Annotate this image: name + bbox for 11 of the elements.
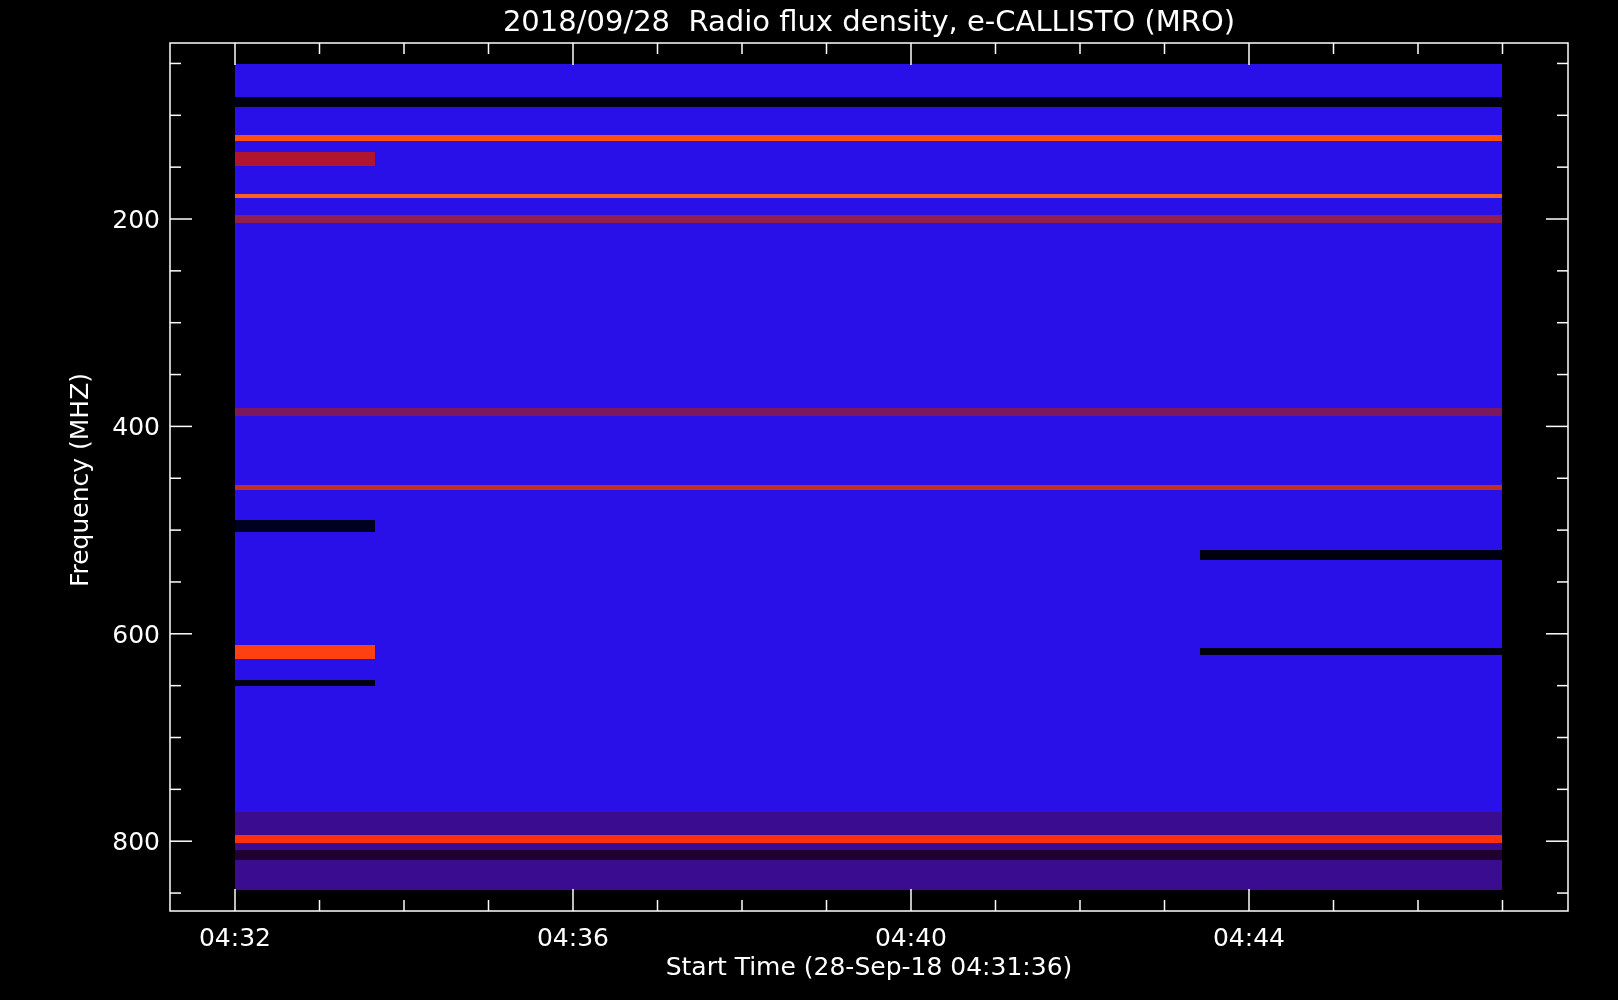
axis-label: Start Time (28-Sep-18 04:31:36) bbox=[665, 952, 1073, 981]
tick-label: 04:32 bbox=[199, 923, 271, 952]
tick-label: 04:44 bbox=[1213, 923, 1285, 952]
chart-title: 2018/09/28 Radio flux density, e-CALLISTO (MRO) bbox=[502, 4, 1236, 38]
tick-label: 800 bbox=[112, 827, 160, 857]
axis-label: Frequency (MHZ) bbox=[65, 372, 94, 588]
tick-label: 200 bbox=[112, 205, 160, 234]
tick-label: 04:36 bbox=[537, 923, 609, 952]
tick-label: 600 bbox=[112, 619, 160, 649]
tick-label: 04:40 bbox=[875, 923, 947, 952]
tick-label: 400 bbox=[112, 412, 160, 442]
